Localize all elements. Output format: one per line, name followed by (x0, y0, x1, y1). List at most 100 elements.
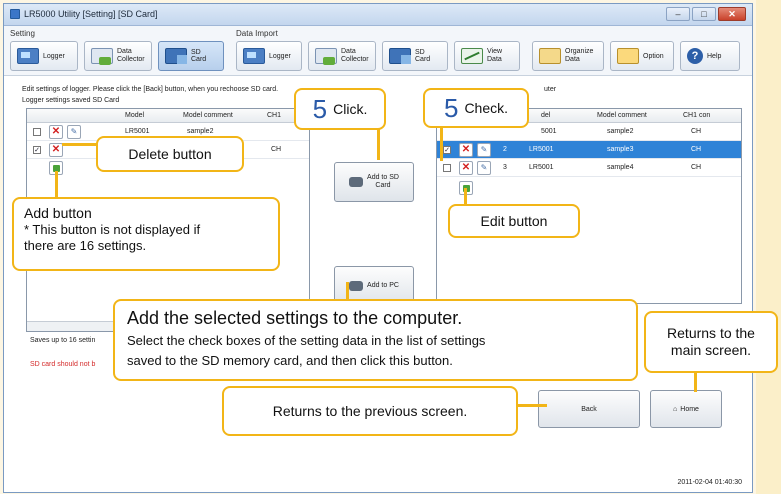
edit-callout-text: Edit button (480, 212, 548, 229)
add-icon (349, 177, 364, 187)
back-label: Back (581, 405, 597, 413)
page-margin-strip (756, 0, 781, 494)
timestamp: 2011-02-04 01:40:30 (677, 479, 742, 486)
chart-icon (461, 48, 483, 64)
organize-data-button[interactable]: Organize Data (532, 41, 604, 71)
edit-button-callout: Edit button (448, 204, 580, 238)
data-collector-icon (315, 48, 337, 65)
column-ch1-comment: CH1 con (683, 112, 711, 119)
import-logger-button[interactable]: Logger (236, 41, 302, 71)
data-import-group-label: Data Import (236, 29, 278, 38)
row-ch1: CH (691, 164, 702, 171)
logger-icon (243, 48, 265, 64)
callout-leader (377, 128, 380, 160)
edit-icon[interactable]: ✎ (67, 125, 81, 139)
sd-warning-text: SD card should not b (30, 361, 96, 368)
import-data-collector-button[interactable]: Data Collector (308, 41, 376, 71)
edit-icon[interactable]: ✎ (477, 161, 491, 175)
add-to-pc-callout-title: Add the selected settings to the compute… (127, 308, 463, 328)
import-logger-label: Logger (269, 52, 291, 60)
help-button[interactable]: ? Help (680, 41, 740, 71)
check-step-callout: 5 Check. (423, 88, 529, 128)
title-bar: LR5000 Utility [Setting] [SD Card] – □ ✕ (4, 4, 752, 26)
logger-icon (17, 48, 39, 64)
returns-previous-callout: Returns to the previous screen. (222, 386, 518, 436)
setting-data-collector-button[interactable]: Data Collector (84, 41, 152, 71)
setting-sd-card-button[interactable]: SD Card (158, 41, 224, 71)
sd-card-icon (165, 48, 187, 64)
import-data-collector-label: Data Collector (341, 48, 369, 63)
home-icon: ⌂ (673, 405, 678, 413)
delete-icon[interactable]: ✕ (49, 125, 63, 139)
app-icon (10, 9, 20, 19)
row-model: 5001 (541, 128, 557, 135)
column-ch1: CH1 (267, 112, 282, 119)
row-ch1: CH (691, 146, 702, 153)
row-comment: sample4 (607, 164, 634, 171)
row-number: 3 (503, 164, 507, 171)
callout-leader (515, 404, 547, 407)
add-to-pc-callout-body: Select the check boxes of the setting da… (127, 333, 486, 368)
add-callout-title: Add button (24, 205, 92, 221)
delete-icon[interactable]: ✕ (459, 143, 473, 157)
view-data-label: View Data (487, 48, 503, 63)
row-checkbox[interactable] (443, 164, 451, 172)
right-panel-title: uter (544, 86, 557, 93)
table-row-selected[interactable]: ✓ ✕ ✎ 2 LR5001 sample3 CH (437, 141, 741, 159)
step-number: 5 (312, 94, 328, 124)
data-collector-icon (91, 48, 113, 65)
add-to-pc-callout: Add the selected settings to the compute… (113, 299, 638, 381)
row-checkbox-checked[interactable]: ✓ (33, 146, 41, 154)
row-ch1: CH (691, 128, 702, 135)
saves-limit-note: Saves up to 16 settin (30, 337, 96, 344)
add-to-sd-card-button[interactable]: Add to SD Card (334, 162, 414, 202)
row-checkbox-checked[interactable]: ✓ (443, 146, 451, 154)
back-button[interactable]: Back (538, 390, 640, 428)
folder-icon (539, 48, 561, 64)
returns-main-callout: Returns to the main screen. (644, 311, 778, 373)
maximize-button[interactable]: □ (692, 7, 716, 21)
setting-group-label: Setting (10, 29, 35, 38)
home-label: Home (680, 405, 699, 413)
row-checkbox[interactable] (33, 128, 41, 136)
add-callout-note: * This button is not displayed if there … (24, 222, 201, 253)
row-number: 2 (503, 146, 507, 153)
option-label: Option (643, 52, 664, 60)
row-comment: sample3 (607, 146, 634, 153)
returns-previous-callout-text: Returns to the previous screen. (272, 402, 468, 419)
setting-sd-card-label: SD Card (191, 49, 207, 63)
click-step-callout: 5 Click. (294, 88, 386, 130)
delete-button-callout: Delete button (96, 136, 244, 172)
import-sd-card-button[interactable]: SD Card (382, 41, 448, 71)
callout-leader (62, 143, 100, 146)
callout-leader (440, 127, 443, 161)
row-ch1: CH (271, 146, 282, 153)
close-button[interactable]: ✕ (718, 7, 746, 21)
row-comment: sample2 (607, 128, 634, 135)
toolbar: Setting Data Import Logger Data Collecto… (4, 26, 752, 76)
table-row[interactable]: ✕ ✎ 3 LR5001 sample4 CH (437, 159, 741, 177)
row-comment: sample2 (187, 128, 214, 135)
option-button[interactable]: Option (610, 41, 674, 71)
home-button[interactable]: ⌂ Home (650, 390, 722, 428)
delete-icon[interactable]: ✕ (49, 143, 63, 157)
delete-icon[interactable]: ✕ (459, 161, 473, 175)
left-panel-title: Logger settings saved SD Card (22, 97, 120, 104)
row-model: LR5001 (125, 128, 150, 135)
returns-main-callout-text: Returns to the main screen. (667, 325, 755, 358)
view-data-button[interactable]: View Data (454, 41, 520, 71)
setting-logger-button[interactable]: Logger (10, 41, 78, 71)
help-label: Help (707, 52, 722, 60)
edit-icon[interactable]: ✎ (477, 143, 491, 157)
minimize-button[interactable]: – (666, 7, 690, 21)
sd-card-icon (389, 48, 411, 64)
click-callout-text: Click. (333, 101, 368, 117)
delete-callout-text: Delete button (128, 145, 212, 162)
column-model-comment: Model comment (183, 112, 233, 119)
help-icon: ? (687, 48, 703, 64)
import-sd-card-label: SD Card (415, 49, 431, 63)
add-to-pc-label: Add to PC (367, 282, 399, 289)
callout-leader (694, 370, 697, 392)
column-model-comment: Model comment (597, 112, 647, 119)
check-callout-text: Check. (464, 100, 509, 116)
